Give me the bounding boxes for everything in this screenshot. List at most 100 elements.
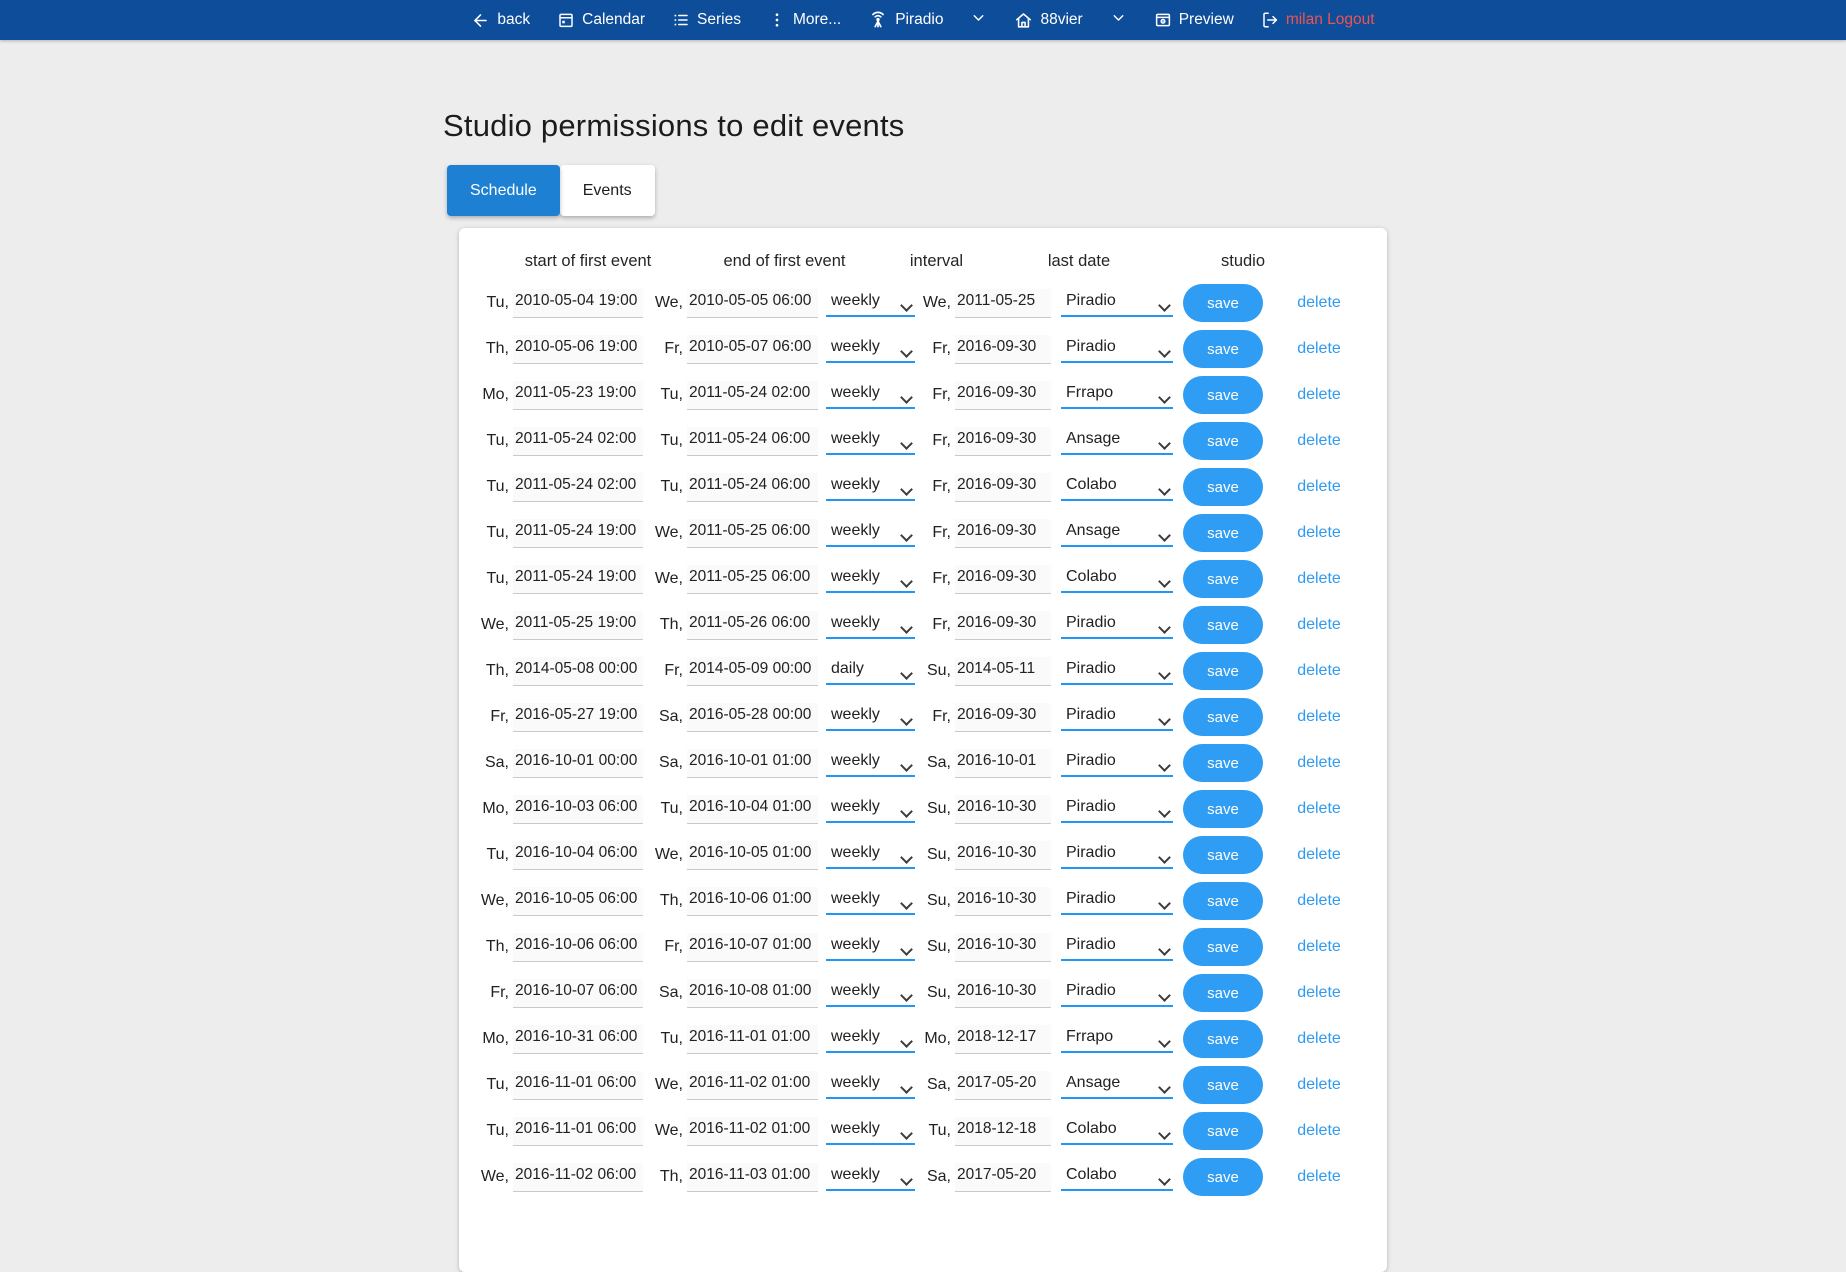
- end-input[interactable]: [687, 381, 818, 410]
- studio-select[interactable]: Ansage: [1061, 1071, 1173, 1099]
- interval-select[interactable]: weekly: [826, 335, 915, 363]
- last-date-input[interactable]: [955, 611, 1051, 640]
- save-button[interactable]: save: [1183, 330, 1263, 368]
- end-input[interactable]: [687, 1025, 818, 1054]
- end-input[interactable]: [687, 1117, 818, 1146]
- start-input[interactable]: [513, 1117, 643, 1146]
- studio-select[interactable]: Piradio: [1061, 933, 1173, 961]
- nav-more[interactable]: More...: [768, 11, 841, 29]
- studio-select[interactable]: Piradio: [1061, 841, 1173, 869]
- save-button[interactable]: save: [1183, 284, 1263, 322]
- interval-select[interactable]: weekly: [826, 1025, 915, 1053]
- end-input[interactable]: [687, 289, 818, 318]
- nav-series[interactable]: Series: [672, 11, 741, 29]
- delete-link[interactable]: delete: [1297, 1076, 1341, 1093]
- save-button[interactable]: save: [1183, 376, 1263, 414]
- start-input[interactable]: [513, 841, 643, 870]
- save-button[interactable]: save: [1183, 928, 1263, 966]
- tab-events[interactable]: Events: [560, 165, 655, 216]
- save-button[interactable]: save: [1183, 422, 1263, 460]
- start-input[interactable]: [513, 703, 643, 732]
- start-input[interactable]: [513, 749, 643, 778]
- last-date-input[interactable]: [955, 565, 1051, 594]
- site-dropdown-toggle[interactable]: [1110, 9, 1127, 31]
- save-button[interactable]: save: [1183, 652, 1263, 690]
- last-date-input[interactable]: [955, 933, 1051, 962]
- studio-select[interactable]: Piradio: [1061, 335, 1173, 363]
- studio-select[interactable]: Ansage: [1061, 519, 1173, 547]
- studio-select[interactable]: Colabo: [1061, 565, 1173, 593]
- end-input[interactable]: [687, 887, 818, 916]
- studio-select[interactable]: Colabo: [1061, 1117, 1173, 1145]
- delete-link[interactable]: delete: [1297, 1122, 1341, 1139]
- delete-link[interactable]: delete: [1297, 662, 1341, 679]
- last-date-input[interactable]: [955, 979, 1051, 1008]
- interval-select[interactable]: weekly: [826, 1071, 915, 1099]
- end-input[interactable]: [687, 1071, 818, 1100]
- start-input[interactable]: [513, 979, 643, 1008]
- studio-select[interactable]: Colabo: [1061, 473, 1173, 501]
- save-button[interactable]: save: [1183, 560, 1263, 598]
- interval-select[interactable]: weekly: [826, 841, 915, 869]
- interval-select[interactable]: weekly: [826, 979, 915, 1007]
- save-button[interactable]: save: [1183, 468, 1263, 506]
- start-input[interactable]: [513, 887, 643, 916]
- last-date-input[interactable]: [955, 519, 1051, 548]
- delete-link[interactable]: delete: [1297, 340, 1341, 357]
- last-date-input[interactable]: [955, 795, 1051, 824]
- interval-select[interactable]: weekly: [826, 795, 915, 823]
- delete-link[interactable]: delete: [1297, 432, 1341, 449]
- interval-select[interactable]: weekly: [826, 749, 915, 777]
- start-input[interactable]: [513, 381, 643, 410]
- save-button[interactable]: save: [1183, 974, 1263, 1012]
- interval-select[interactable]: weekly: [826, 565, 915, 593]
- studio-select[interactable]: Colabo: [1061, 1163, 1173, 1191]
- start-input[interactable]: [513, 1163, 643, 1192]
- save-button[interactable]: save: [1183, 1020, 1263, 1058]
- save-button[interactable]: save: [1183, 698, 1263, 736]
- delete-link[interactable]: delete: [1297, 1168, 1341, 1185]
- delete-link[interactable]: delete: [1297, 1030, 1341, 1047]
- studio-select[interactable]: Piradio: [1061, 657, 1173, 685]
- studio-select[interactable]: Piradio: [1061, 979, 1173, 1007]
- interval-select[interactable]: weekly: [826, 1163, 915, 1191]
- studio-select[interactable]: Piradio: [1061, 749, 1173, 777]
- save-button[interactable]: save: [1183, 1066, 1263, 1104]
- interval-select[interactable]: weekly: [826, 381, 915, 409]
- start-input[interactable]: [513, 427, 643, 456]
- last-date-input[interactable]: [955, 887, 1051, 916]
- save-button[interactable]: save: [1183, 744, 1263, 782]
- delete-link[interactable]: delete: [1297, 708, 1341, 725]
- delete-link[interactable]: delete: [1297, 616, 1341, 633]
- interval-select[interactable]: weekly: [826, 289, 915, 317]
- nav-back[interactable]: back: [471, 11, 530, 30]
- end-input[interactable]: [687, 795, 818, 824]
- delete-link[interactable]: delete: [1297, 800, 1341, 817]
- start-input[interactable]: [513, 657, 643, 686]
- end-input[interactable]: [687, 657, 818, 686]
- interval-select[interactable]: weekly: [826, 703, 915, 731]
- delete-link[interactable]: delete: [1297, 984, 1341, 1001]
- studio-select[interactable]: Piradio: [1061, 795, 1173, 823]
- interval-select[interactable]: weekly: [826, 473, 915, 501]
- tab-schedule[interactable]: Schedule: [447, 165, 560, 216]
- station-dropdown-toggle[interactable]: [970, 9, 987, 31]
- delete-link[interactable]: delete: [1297, 524, 1341, 541]
- end-input[interactable]: [687, 703, 818, 732]
- start-input[interactable]: [513, 1071, 643, 1100]
- start-input[interactable]: [513, 611, 643, 640]
- save-button[interactable]: save: [1183, 606, 1263, 644]
- last-date-input[interactable]: [955, 381, 1051, 410]
- interval-select[interactable]: weekly: [826, 427, 915, 455]
- studio-select[interactable]: Piradio: [1061, 611, 1173, 639]
- nav-logout[interactable]: milan Logout: [1261, 11, 1375, 29]
- last-date-input[interactable]: [955, 841, 1051, 870]
- end-input[interactable]: [687, 1163, 818, 1192]
- delete-link[interactable]: delete: [1297, 754, 1341, 771]
- last-date-input[interactable]: [955, 335, 1051, 364]
- interval-select[interactable]: daily: [826, 657, 915, 685]
- start-input[interactable]: [513, 565, 643, 594]
- last-date-input[interactable]: [955, 749, 1051, 778]
- interval-select[interactable]: weekly: [826, 611, 915, 639]
- save-button[interactable]: save: [1183, 1158, 1263, 1196]
